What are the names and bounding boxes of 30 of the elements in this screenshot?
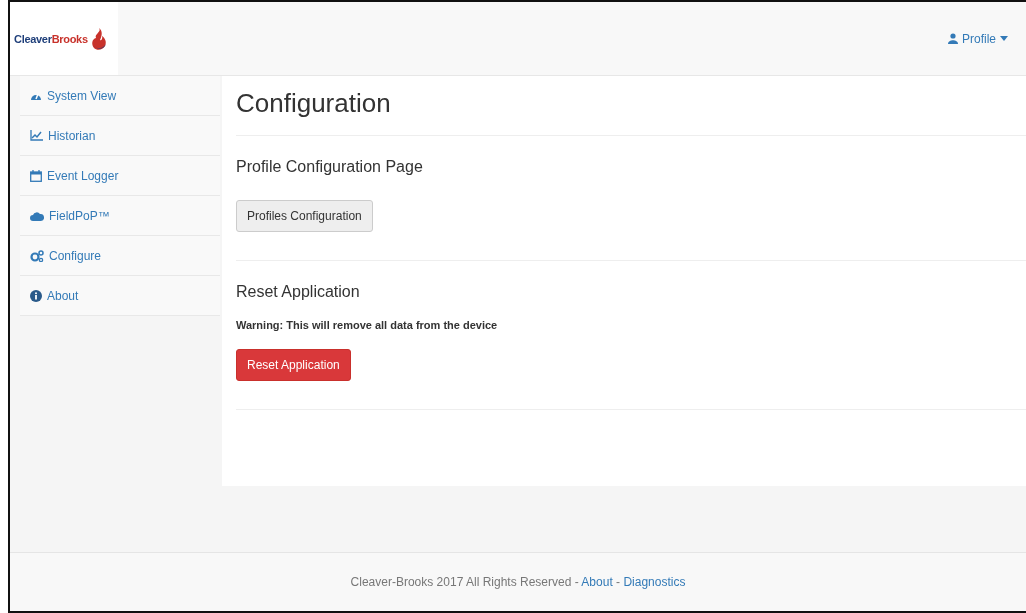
profiles-button[interactable]: Profiles Configuration	[236, 200, 373, 232]
sidebar-item-label: About	[47, 288, 79, 303]
sidebar-item[interactable]: Event Logger	[20, 156, 220, 196]
sidebar-item-label: FieldPoP™	[49, 208, 110, 223]
cloud-icon	[30, 210, 44, 221]
section-heading: Profile Configuration Page	[236, 158, 424, 176]
brand-logo[interactable]: CleaverBrooks	[10, 2, 118, 75]
about-link[interactable]: About	[581, 575, 613, 589]
page-title: Configuration	[236, 88, 1026, 136]
sidebar-item[interactable]: FieldPoP™	[20, 196, 220, 236]
calendar-icon	[30, 169, 42, 182]
sidebar-item[interactable]: About	[20, 276, 220, 316]
sidebar-item-label: Configure	[49, 248, 102, 263]
profile-menu[interactable]: Profile	[942, 30, 1014, 47]
diagnostics-link[interactable]: Diagnostics	[623, 575, 686, 589]
sidebar-item-label: Historian	[48, 128, 96, 143]
sidebar-item-label: Event Logger	[47, 168, 119, 183]
caret-icon	[1000, 36, 1008, 41]
sidebar-item[interactable]: Configure	[20, 236, 220, 276]
gears-icon	[30, 249, 44, 262]
line-chart-icon	[30, 130, 43, 141]
warning-text: Warning: This will remove all data from the device	[236, 319, 499, 331]
sidebar-item-label: System View	[47, 88, 117, 103]
sidebar-item[interactable]: Historian	[20, 116, 220, 156]
section-heading: Reset Application	[236, 283, 361, 301]
info-icon	[30, 289, 42, 302]
user-icon	[948, 33, 958, 44]
reset-button[interactable]: Reset Application	[236, 349, 351, 381]
sidebar-item[interactable]: System View	[20, 76, 220, 116]
footer-text: Cleaver-Brooks 2017 All Rights Reserved - About - Diagnostics	[350, 575, 686, 589]
